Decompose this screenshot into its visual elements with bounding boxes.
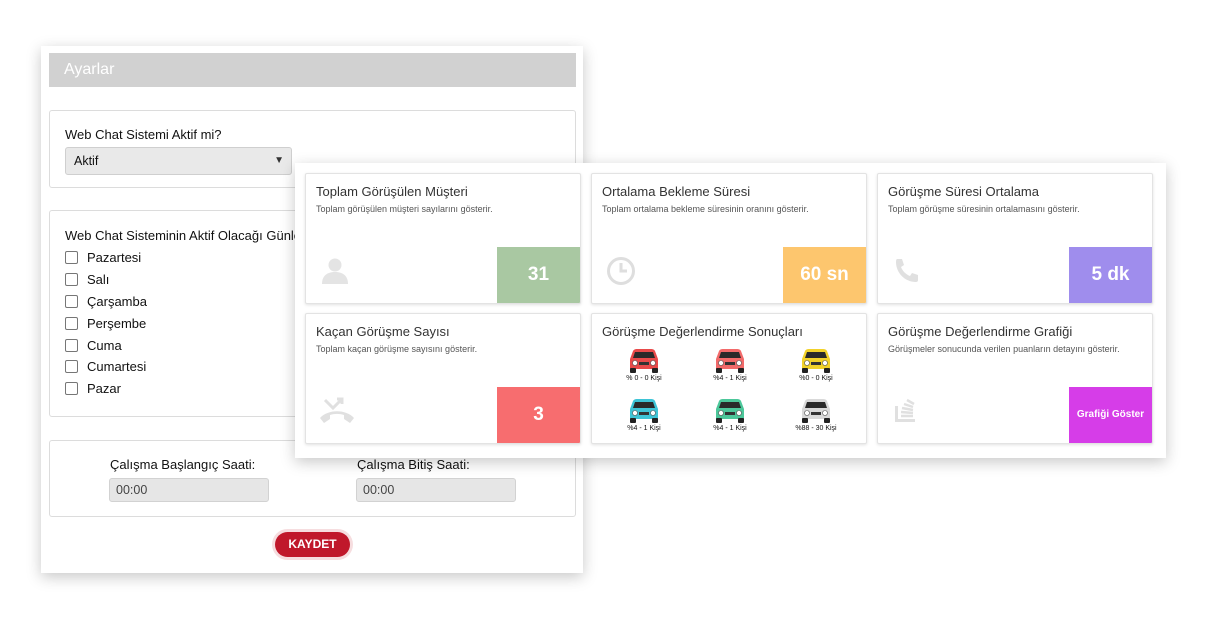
card-total-customers: Toplam Görüşülen Müşteri Toplam görüşüle… [305, 173, 581, 304]
card-title: Toplam Görüşülen Müşteri [316, 184, 468, 199]
active-select-value: Aktif [74, 154, 99, 168]
rating-item: % 0 - 0 Kişi [614, 348, 674, 382]
rating-label: %4 - 1 Kişi [713, 375, 747, 382]
stat-value: 5 dk [1069, 247, 1152, 303]
checkbox[interactable] [65, 381, 78, 395]
day-label: Çarşamba [87, 293, 147, 309]
chevron-down-icon: ▼ [274, 155, 284, 166]
rating-item: %4 - 1 Kişi [700, 348, 760, 382]
rating-label: %88 - 30 Kişi [795, 425, 837, 432]
dashboard-panel: Toplam Görüşülen Müşteri Toplam görüşüle… [295, 163, 1166, 458]
card-subtitle: Toplam kaçan görüşme sayısını gösterir. [316, 344, 478, 354]
card-rating-chart: Görüşme Değerlendirme Grafiği Görüşmeler… [877, 313, 1153, 444]
user-icon [320, 256, 350, 286]
checkbox[interactable] [65, 272, 78, 286]
stat-value: 60 sn [783, 247, 866, 303]
missed-call-icon [318, 396, 356, 426]
settings-header: Ayarlar [49, 53, 576, 87]
stat-value: 3 [497, 387, 580, 443]
car-icon [716, 349, 744, 373]
card-subtitle: Toplam görüşülen müşteri sayılarını göst… [316, 204, 493, 214]
rating-item: %4 - 1 Kişi [700, 398, 760, 432]
rating-item: %4 - 1 Kişi [614, 398, 674, 432]
rating-label: %4 - 1 Kişi [713, 425, 747, 432]
card-title: Görüşme Değerlendirme Sonuçları [602, 324, 803, 339]
day-checkbox-friday[interactable]: Cuma [65, 337, 122, 353]
clock-icon [606, 256, 636, 286]
day-checkbox-saturday[interactable]: Cumartesi [65, 358, 146, 374]
start-time-input[interactable]: 00:00 [109, 478, 269, 502]
car-icon [802, 399, 830, 423]
card-title: Ortalama Bekleme Süresi [602, 184, 751, 199]
car-icon [630, 349, 658, 373]
day-checkbox-tuesday[interactable]: Salı [65, 271, 109, 287]
day-label: Perşembe [87, 315, 147, 331]
day-label: Pazartesi [87, 249, 142, 265]
card-title: Görüşme Süresi Ortalama [888, 184, 1039, 199]
save-button[interactable]: KAYDET [275, 532, 350, 557]
checkbox[interactable] [65, 359, 78, 373]
card-missed-calls: Kaçan Görüşme Sayısı Toplam kaçan görüşm… [305, 313, 581, 444]
card-avg-wait: Ortalama Bekleme Süresi Toplam ortalama … [591, 173, 867, 304]
day-checkbox-wednesday[interactable]: Çarşamba [65, 293, 147, 309]
card-rating-results: Görüşme Değerlendirme Sonuçları % 0 - 0 … [591, 313, 867, 444]
stat-value: 31 [497, 247, 580, 303]
rating-label: %4 - 1 Kişi [627, 425, 661, 432]
day-checkbox-sunday[interactable]: Pazar [65, 380, 121, 396]
checkbox[interactable] [65, 250, 78, 264]
checkbox[interactable] [65, 294, 78, 308]
day-label: Salı [87, 271, 110, 287]
checkbox[interactable] [65, 338, 78, 352]
end-time-label: Çalışma Bitiş Saati: [357, 457, 470, 472]
day-label: Cuma [87, 337, 122, 353]
end-time-input[interactable]: 00:00 [356, 478, 516, 502]
rating-label: % 0 - 0 Kişi [626, 375, 662, 382]
show-chart-button[interactable]: Grafiği Göster [1069, 387, 1152, 443]
day-label: Pazar [87, 380, 121, 396]
card-title: Görüşme Değerlendirme Grafiği [888, 324, 1073, 339]
stack-icon [892, 396, 922, 426]
car-icon [630, 399, 658, 423]
card-subtitle: Toplam görüşme süresinin ortalamasını gö… [888, 204, 1080, 214]
rating-item: %0 - 0 Kişi [786, 348, 846, 382]
checkbox[interactable] [65, 316, 78, 330]
days-label: Web Chat Sisteminin Aktif Olacağı Günler [65, 228, 306, 243]
day-checkbox-monday[interactable]: Pazartesi [65, 249, 141, 265]
car-icon [802, 349, 830, 373]
card-subtitle: Görüşmeler sonucunda verilen puanların d… [888, 344, 1120, 354]
card-subtitle: Toplam ortalama bekleme süresinin oranın… [602, 204, 809, 214]
start-time-label: Çalışma Başlangıç Saati: [110, 457, 256, 472]
rating-item: %88 - 30 Kişi [786, 398, 846, 432]
card-title: Kaçan Görüşme Sayısı [316, 324, 450, 339]
day-label: Cumartesi [87, 358, 147, 374]
active-label: Web Chat Sistemi Aktif mi? [65, 127, 222, 142]
car-icon [716, 399, 744, 423]
day-checkbox-thursday[interactable]: Perşembe [65, 315, 146, 331]
rating-label: %0 - 0 Kişi [799, 375, 833, 382]
phone-icon [892, 256, 922, 286]
active-select[interactable]: Aktif ▼ [65, 147, 292, 175]
card-avg-call-duration: Görüşme Süresi Ortalama Toplam görüşme s… [877, 173, 1153, 304]
